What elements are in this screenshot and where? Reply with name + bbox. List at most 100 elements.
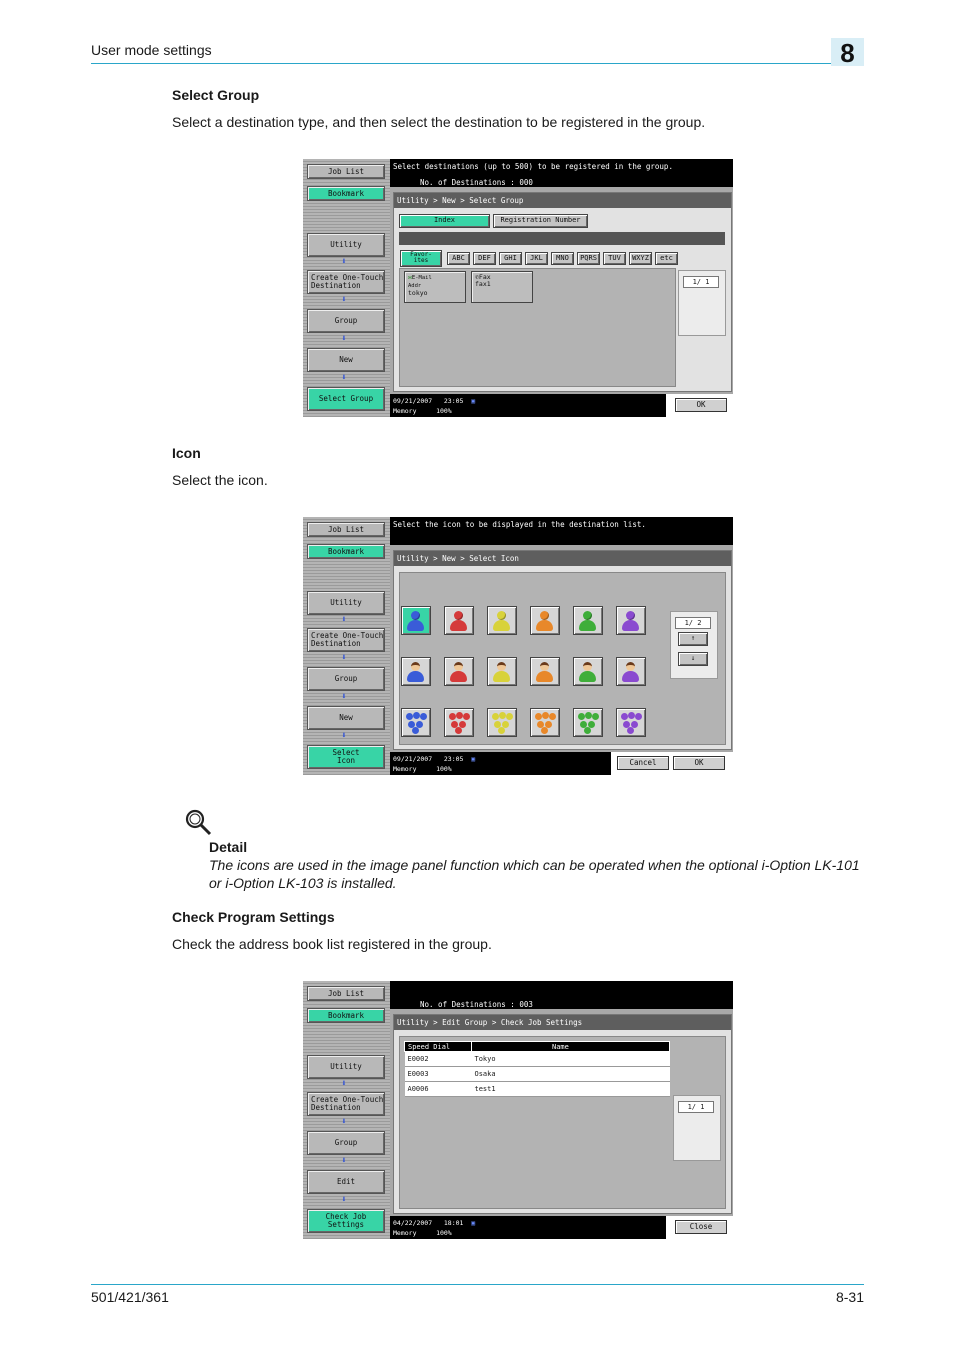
group-dot — [628, 712, 635, 719]
ok-button[interactable]: OK — [673, 756, 725, 770]
status-time: 18:01 — [443, 1219, 464, 1227]
running-header: User mode settings — [91, 42, 212, 58]
bookmark-button[interactable]: Bookmark — [307, 544, 385, 559]
status-time: 23:05 — [443, 755, 464, 763]
edit-button[interactable]: Edit — [307, 1170, 385, 1194]
status-date: 04/22/2007 — [393, 1219, 433, 1227]
group-dot — [592, 713, 599, 720]
row-code: A0006 — [404, 1081, 472, 1097]
index-wxyz[interactable]: WXYZ — [629, 252, 652, 265]
page-down-button[interactable]: ↓ — [678, 652, 708, 666]
status-time: 23:05 — [443, 397, 464, 405]
person-icon-option[interactable] — [616, 657, 646, 686]
create-one-touch-button[interactable]: Create One-Touch Destination — [307, 1092, 385, 1116]
user-body — [536, 671, 553, 682]
table-row[interactable]: E0003 Osaka — [404, 1066, 670, 1082]
job-list-button[interactable]: Job List — [307, 164, 385, 179]
destination-count: No. of Destinations : 000 — [420, 178, 533, 187]
index-mno[interactable]: MNO — [551, 252, 574, 265]
bookmark-button[interactable]: Bookmark — [307, 186, 385, 201]
person-icon-option[interactable] — [444, 657, 474, 686]
footer-page-number: 8-31 — [835, 1289, 864, 1305]
arrow-down-icon: ⬇ — [341, 257, 347, 267]
arrow-down-icon: ⬇ — [341, 373, 347, 383]
action-area: Close — [666, 1216, 733, 1239]
person-icon-option[interactable] — [444, 606, 474, 635]
favorites-button[interactable]: Favor-ites — [400, 250, 442, 267]
person-icon — [411, 611, 420, 620]
person-icon-option[interactable] — [530, 606, 560, 635]
index-def[interactable]: DEF — [473, 252, 496, 265]
person-icon-option[interactable] — [401, 657, 431, 686]
group-icon-option[interactable] — [530, 708, 560, 737]
table-row[interactable]: A0006 test1 — [404, 1081, 670, 1097]
utility-button[interactable]: Utility — [307, 233, 385, 257]
chapter-number: 8 — [831, 38, 864, 68]
utility-button[interactable]: Utility — [307, 1055, 385, 1079]
arrow-down-icon: ⬇ — [341, 295, 347, 305]
group-icon-option[interactable] — [573, 708, 603, 737]
person-icon-option[interactable] — [616, 606, 646, 635]
dest2-name: fax1 — [475, 280, 491, 288]
check-job-settings-button[interactable]: Check Job Settings — [307, 1209, 385, 1233]
index-pqrs[interactable]: PQRS — [577, 252, 600, 265]
person-icon — [454, 611, 463, 620]
group-icon-option[interactable] — [487, 708, 517, 737]
create-one-touch-button[interactable]: Create One-Touch Destination — [307, 270, 385, 294]
select-group-button[interactable]: Select Group — [307, 387, 385, 411]
select-icon-button[interactable]: Select Icon — [307, 745, 385, 769]
create-label-2: Destination — [311, 639, 361, 648]
person-icon-option[interactable] — [573, 657, 603, 686]
ok-button[interactable]: OK — [675, 398, 727, 412]
group-button[interactable]: Group — [307, 309, 385, 333]
job-list-button[interactable]: Job List — [307, 986, 385, 1001]
utility-button[interactable]: Utility — [307, 591, 385, 615]
status-date: 09/21/2007 — [393, 397, 433, 405]
favorites-label-2: ites — [413, 257, 429, 264]
job-list-button[interactable]: Job List — [307, 522, 385, 537]
index-ghi[interactable]: GHI — [499, 252, 522, 265]
col-name: Name — [471, 1041, 670, 1052]
cancel-button[interactable]: Cancel — [617, 756, 669, 770]
person-icon-option[interactable] — [487, 657, 517, 686]
page-indicator: 1/ 1 — [678, 1101, 714, 1113]
person-icon — [626, 611, 635, 620]
destination-fax1-button[interactable]: ✆Fax fax1 — [471, 271, 533, 303]
group-icon-option[interactable] — [616, 708, 646, 737]
destination-tokyo-button[interactable]: ✉E-Mail Addr tokyo — [404, 271, 466, 303]
index-etc[interactable]: etc — [655, 252, 678, 265]
tab-registration-number[interactable]: Registration Number — [493, 214, 588, 228]
new-button[interactable]: New — [307, 348, 385, 372]
group-dot — [420, 713, 427, 720]
arrow-down-icon: ⬇ — [341, 1195, 347, 1205]
user-icon — [540, 662, 549, 671]
table-row[interactable]: E0002 Tokyo — [404, 1051, 670, 1067]
group-icon-option[interactable] — [444, 708, 474, 737]
new-button[interactable]: New — [307, 706, 385, 730]
group-dot — [621, 713, 628, 720]
arrow-down-icon: ⬇ — [341, 1079, 347, 1089]
group-icon-option[interactable] — [401, 708, 431, 737]
bookmark-button[interactable]: Bookmark — [307, 1008, 385, 1023]
person-icon-option[interactable] — [573, 606, 603, 635]
person-body — [493, 620, 510, 631]
person-icon-option[interactable] — [487, 606, 517, 635]
tab-index[interactable]: Index — [399, 214, 490, 228]
group-dot — [449, 713, 456, 720]
close-button[interactable]: Close — [675, 1220, 727, 1234]
group-button[interactable]: Group — [307, 1131, 385, 1155]
status-memory-value: 100% — [436, 1229, 452, 1237]
index-abc[interactable]: ABC — [447, 252, 470, 265]
create-one-touch-button[interactable]: Create One-Touch Destination — [307, 628, 385, 652]
action-area: Cancel OK — [611, 752, 733, 775]
person-icon-option[interactable] — [530, 657, 560, 686]
index-tuv[interactable]: TUV — [603, 252, 626, 265]
row-name: Tokyo — [471, 1051, 670, 1067]
page-up-button[interactable]: ↑ — [678, 632, 708, 646]
message-bar: Select the icon to be displayed in the d… — [390, 517, 733, 545]
footer-model: 501/421/361 — [91, 1289, 169, 1305]
arrow-down-icon: ⬇ — [341, 692, 347, 702]
group-button[interactable]: Group — [307, 667, 385, 691]
person-icon-option[interactable] — [401, 606, 431, 635]
index-jkl[interactable]: JKL — [525, 252, 548, 265]
